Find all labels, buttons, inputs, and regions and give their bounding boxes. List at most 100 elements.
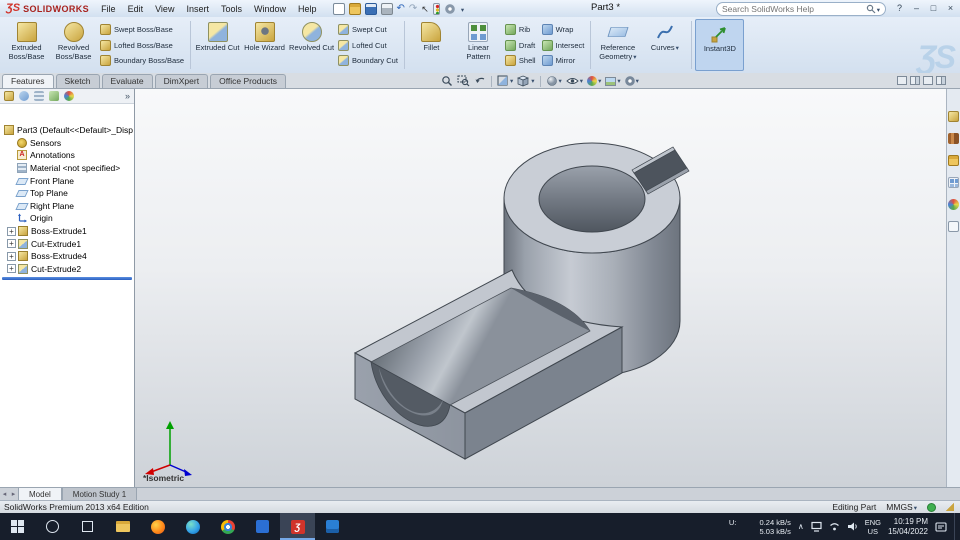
chrome-button[interactable] bbox=[210, 513, 245, 540]
tree-item-origin[interactable]: Origin bbox=[0, 212, 134, 225]
help-search-box[interactable] bbox=[716, 2, 886, 16]
expand-plus-icon[interactable] bbox=[7, 239, 16, 249]
expand-plus-icon[interactable] bbox=[7, 264, 16, 274]
file-explorer-button[interactable] bbox=[105, 513, 140, 540]
file-explorer-tab-icon[interactable] bbox=[948, 155, 959, 166]
tree-item-annotations[interactable]: Annotations bbox=[0, 149, 134, 162]
hide-show-items-icon[interactable] bbox=[565, 75, 584, 88]
solidworks-taskbar-button[interactable]: Ʒ bbox=[280, 513, 315, 540]
help-button[interactable]: ? bbox=[892, 1, 907, 14]
language-indicator[interactable]: ENG US bbox=[865, 518, 881, 536]
tree-item-material[interactable]: Material <not specified> bbox=[0, 162, 134, 175]
tree-item-cut-extrude2[interactable]: Cut-Extrude2 bbox=[0, 263, 134, 276]
linear-pattern-button[interactable]: Linear Pattern bbox=[455, 19, 502, 71]
menu-tools[interactable]: Tools bbox=[215, 3, 248, 15]
tree-item-right-plane[interactable]: Right Plane bbox=[0, 200, 134, 213]
options-gear-icon[interactable] bbox=[443, 2, 456, 15]
hidden-icons-chevron-icon[interactable]: ∧ bbox=[798, 522, 804, 531]
section-view-icon[interactable] bbox=[496, 75, 514, 88]
rib-button[interactable]: Rib bbox=[504, 23, 536, 35]
boundary-cut-button[interactable]: Boundary Cut bbox=[338, 55, 398, 67]
panel-overflow-chevron-icon[interactable]: » bbox=[125, 91, 130, 101]
swept-cut-button[interactable]: Swept Cut bbox=[338, 23, 398, 35]
expand-plus-icon[interactable] bbox=[7, 251, 16, 261]
new-document-icon[interactable] bbox=[332, 2, 345, 15]
previous-view-icon[interactable] bbox=[473, 75, 487, 88]
expand-plus-icon[interactable] bbox=[7, 226, 16, 236]
extruded-boss-base-button[interactable]: Extruded Boss/Base bbox=[3, 19, 50, 71]
edit-appearance-icon[interactable] bbox=[586, 75, 602, 88]
configuration-manager-tab-icon[interactable] bbox=[34, 91, 44, 101]
edge-button[interactable] bbox=[175, 513, 210, 540]
property-manager-tab-icon[interactable] bbox=[19, 91, 29, 101]
lofted-cut-button[interactable]: Lofted Cut bbox=[338, 39, 398, 51]
tab-features[interactable]: Features bbox=[2, 74, 54, 88]
tab-evaluate[interactable]: Evaluate bbox=[101, 74, 153, 88]
menu-edit[interactable]: Edit bbox=[122, 3, 150, 15]
clock[interactable]: 10:19 PM 15/04/2022 bbox=[888, 517, 928, 537]
fillet-button[interactable]: Fillet bbox=[408, 19, 455, 71]
split-view-icon[interactable] bbox=[897, 76, 907, 85]
dimxpert-manager-tab-icon[interactable] bbox=[49, 91, 59, 101]
mail-button[interactable] bbox=[315, 513, 350, 540]
resources-tab-icon[interactable] bbox=[948, 111, 959, 122]
tab-office-products[interactable]: Office Products bbox=[210, 74, 287, 88]
tab-dimxpert[interactable]: DimXpert bbox=[154, 74, 209, 88]
curves-button[interactable]: Curves bbox=[641, 19, 688, 71]
close-button[interactable]: × bbox=[943, 1, 958, 14]
design-library-tab-icon[interactable] bbox=[948, 133, 959, 144]
rebuild-icon[interactable] bbox=[432, 2, 440, 15]
menu-file[interactable]: File bbox=[95, 3, 122, 15]
tree-item-boss-extrude1[interactable]: Boss-Extrude1 bbox=[0, 225, 134, 238]
open-document-icon[interactable] bbox=[348, 2, 361, 15]
mirror-button[interactable]: Mirror bbox=[541, 55, 585, 67]
tree-root-part[interactable]: Part3 (Default<<Default>_Disp bbox=[0, 124, 134, 137]
network-tray-icon[interactable] bbox=[829, 521, 840, 532]
apply-scene-icon[interactable] bbox=[604, 75, 621, 88]
menu-window[interactable]: Window bbox=[248, 3, 292, 15]
maximize-button[interactable]: □ bbox=[926, 1, 941, 14]
feature-manager-tab-icon[interactable] bbox=[4, 91, 14, 101]
quad-pane-icon[interactable] bbox=[936, 76, 946, 85]
view-orientation-icon[interactable] bbox=[516, 75, 535, 88]
tree-item-front-plane[interactable]: Front Plane bbox=[0, 174, 134, 187]
appearances-tab-icon[interactable] bbox=[948, 199, 959, 210]
display-tray-icon[interactable] bbox=[811, 521, 822, 532]
custom-properties-tab-icon[interactable] bbox=[948, 221, 959, 232]
tab-sketch[interactable]: Sketch bbox=[55, 74, 100, 88]
redo-icon[interactable]: ↷ bbox=[409, 3, 417, 15]
graphics-viewport[interactable]: *Isometric bbox=[135, 89, 946, 487]
search-scope-arrow-icon[interactable] bbox=[876, 4, 880, 14]
firefox-button[interactable] bbox=[140, 513, 175, 540]
search-button[interactable] bbox=[35, 513, 70, 540]
revolved-boss-base-button[interactable]: Revolved Boss/Base bbox=[50, 19, 97, 71]
swept-boss-base-button[interactable]: Swept Boss/Base bbox=[100, 23, 184, 35]
display-manager-tab-icon[interactable] bbox=[64, 91, 74, 101]
view-settings-icon[interactable] bbox=[624, 75, 640, 88]
search-icon[interactable] bbox=[866, 4, 876, 14]
lofted-boss-base-button[interactable]: Lofted Boss/Base bbox=[100, 39, 184, 51]
tree-item-boss-extrude4[interactable]: Boss-Extrude4 bbox=[0, 250, 134, 263]
task-view-button[interactable] bbox=[70, 513, 105, 540]
menu-help[interactable]: Help bbox=[292, 3, 323, 15]
instant3d-toggle[interactable]: Instant3D bbox=[695, 19, 745, 71]
draft-button[interactable]: Draft bbox=[504, 39, 536, 51]
tree-item-cut-extrude1[interactable]: Cut-Extrude1 bbox=[0, 237, 134, 250]
volume-tray-icon[interactable] bbox=[847, 521, 858, 532]
tree-item-top-plane[interactable]: Top Plane bbox=[0, 187, 134, 200]
model-canvas[interactable] bbox=[135, 89, 946, 487]
display-style-icon[interactable] bbox=[545, 75, 563, 88]
intersect-button[interactable]: Intersect bbox=[541, 39, 584, 51]
tree-item-sensors[interactable]: Sensors bbox=[0, 137, 134, 150]
wrap-button[interactable]: Wrap bbox=[541, 23, 585, 35]
undo-icon[interactable]: ↶ bbox=[397, 3, 405, 15]
toolbar-dropdown-arrow-icon[interactable] bbox=[460, 4, 464, 14]
minimize-button[interactable]: – bbox=[909, 1, 924, 14]
hole-wizard-button[interactable]: Hole Wizard bbox=[241, 19, 288, 71]
shell-button[interactable]: Shell bbox=[504, 55, 536, 67]
view-palette-tab-icon[interactable] bbox=[948, 177, 959, 188]
select-icon[interactable]: ↖ bbox=[421, 3, 429, 15]
search-input[interactable] bbox=[722, 4, 866, 14]
notification-center-icon[interactable] bbox=[935, 521, 947, 533]
zoom-area-icon[interactable] bbox=[456, 75, 471, 88]
